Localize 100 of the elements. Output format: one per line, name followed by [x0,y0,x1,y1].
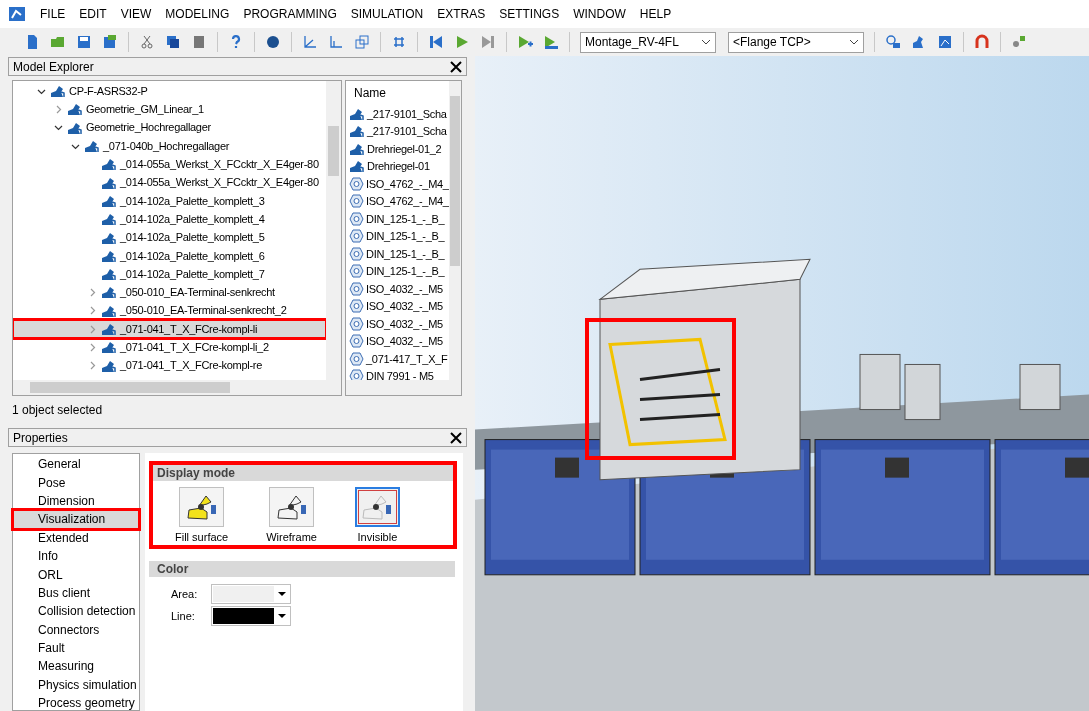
tree-item[interactable]: Geometrie_GM_Linear_1 [13,100,326,119]
tree-item[interactable]: _071-040b_Hochregallager [13,136,326,156]
tree-item[interactable]: _071-041_T_X_FCre-kompl-li [13,319,326,339]
axes-icon[interactable] [328,34,344,50]
play-plus-icon[interactable] [517,34,533,50]
tree-item[interactable]: _050-010_EA-Terminal-senkrecht_2 [13,301,326,320]
tcp-select[interactable]: <Flange TCP> [728,31,864,53]
category-item[interactable]: Connectors [13,620,139,639]
list-item[interactable]: _071-417_T_X_F [346,350,449,368]
hexagon-nut-icon [349,229,364,244]
tree-item[interactable]: _014-102a_Palette_komplett_6 [13,246,326,265]
list-item[interactable]: Drehriegel-01_2 [346,140,449,158]
menu-item[interactable]: MODELING [165,5,230,23]
tree-item[interactable]: _014-102a_Palette_komplett_5 [13,228,326,247]
tree-item[interactable]: _071-041_T_X_FCre-kompl-re [13,356,326,375]
list-item[interactable]: _217-9101_Scha [346,122,449,140]
save-all-icon[interactable] [102,34,118,50]
vertical-scrollbar[interactable] [326,81,341,380]
menu-item[interactable]: SETTINGS [499,5,560,23]
category-item[interactable]: Dimension [13,491,139,511]
list-item[interactable]: ISO_4762_-_M4_ [346,175,449,193]
list-item[interactable]: ISO_4032_-_M5 [346,280,449,298]
hexagon-nut-icon [349,351,364,366]
display-mode-button[interactable] [269,487,315,527]
category-item[interactable]: Bus client [13,583,139,603]
robot-select[interactable]: Montage_RV-4FL [580,31,716,53]
axes-icon[interactable] [302,34,318,50]
color-picker[interactable] [211,584,291,604]
menu-item[interactable]: WINDOW [573,5,626,23]
color-picker[interactable] [211,606,291,626]
close-icon[interactable] [450,431,462,444]
section-header: Color [149,561,455,577]
display-mode-label: Fill surface [175,529,229,545]
menu-item[interactable]: FILE [40,5,66,23]
robot-arm-icon [101,358,117,373]
menu-item[interactable]: VIEW [120,5,152,23]
tree-item[interactable]: _014-055a_Werkst_X_FCcktr_X_E4ger-80 [13,155,326,174]
list-item[interactable]: DIN_125-1_-_B_ [346,262,449,280]
scissors-icon[interactable] [139,34,155,50]
tree-item[interactable]: _014-102a_Palette_komplett_3 [13,191,326,211]
menu-item[interactable]: SIMULATION [350,5,424,23]
category-item[interactable]: Measuring [13,657,139,676]
menu-item[interactable]: EXTRAS [437,5,486,23]
list-item[interactable]: ISO_4762_-_M4_ [346,192,449,210]
list-item[interactable]: DIN_125-1_-_B_ [346,245,449,263]
sphere-icon[interactable] [265,34,281,50]
vertical-scrollbar[interactable] [449,81,461,380]
hexagon-nut-icon [349,334,364,349]
play-flag-icon[interactable] [543,34,559,50]
list-item[interactable]: ISO_4032_-_M5 [346,332,449,350]
play-icon[interactable] [454,34,470,50]
display-mode-label: Invisible [357,529,398,545]
category-item[interactable]: Collision detection [13,602,139,621]
category-item[interactable]: Info [13,546,139,566]
tree-item[interactable]: _014-102a_Palette_komplett_7 [13,264,326,284]
category-item[interactable]: Physics simulation [13,675,139,695]
chevron-down-icon[interactable] [53,123,63,133]
column-header[interactable]: Name [346,81,449,105]
category-item[interactable]: ORL [13,565,139,584]
robot-arm-icon [101,267,117,282]
tree-item-label: _071-040b_Hochregallager [103,138,230,154]
horizontal-scrollbar[interactable] [13,380,341,395]
close-icon[interactable] [450,60,462,73]
category-item[interactable]: Pose [13,473,139,492]
step-forward-icon[interactable] [480,34,496,50]
robot-arm-icon [349,124,365,139]
category-item[interactable]: Process geometry [13,694,139,711]
display-mode-button[interactable] [354,487,400,527]
tree-item[interactable]: _071-041_T_X_FCre-kompl-li_2 [13,338,326,357]
robot-arm-icon [67,102,83,117]
tree-item-label: Geometrie_GM_Linear_1 [86,102,204,118]
tree-item[interactable]: Geometrie_Hochregallager [13,118,326,137]
tree-item[interactable]: _050-010_EA-Terminal-senkrecht [13,283,326,302]
menu-item[interactable]: HELP [639,5,672,23]
skip-back-icon[interactable] [428,34,444,50]
tree-item[interactable]: _014-055a_Werkst_X_FCcktr_X_E4ger-80 [13,173,326,192]
list-item[interactable]: ISO_4032_-_M5 [346,315,449,333]
category-item[interactable]: General [13,455,139,474]
menu-item[interactable]: EDIT [79,5,107,23]
tree-item[interactable]: CP-F-ASRS32-P [13,82,326,101]
windows-icon[interactable] [354,34,370,50]
list-item[interactable]: DIN_125-1_-_B_ [346,227,449,245]
category-item[interactable]: Visualization [13,510,139,529]
list-item[interactable]: DIN_125-1_-_B_ [346,210,449,228]
magnet-icon[interactable] [974,34,990,50]
category-item[interactable]: Fault [13,638,139,658]
tree-item-label: _071-041_T_X_FCre-kompl-re [120,358,262,374]
folder-icon[interactable] [50,34,66,50]
tree-item[interactable]: _014-102a_Palette_komplett_4 [13,210,326,229]
panel-title: Model Explorer [13,58,94,76]
horizontal-scrollbar[interactable] [346,380,461,395]
save-icon[interactable] [76,34,92,50]
list-item[interactable]: Drehriegel-01 [346,157,449,175]
display-mode-button[interactable] [179,487,225,527]
list-item[interactable]: ISO_4032_-_M5 [346,297,449,315]
menu-item[interactable]: PROGRAMMING [243,5,337,23]
category-item[interactable]: Extended [13,528,139,547]
copy-icon[interactable] [165,34,181,50]
list-item[interactable]: _217-9101_Scha [346,105,449,123]
grid-icon[interactable] [391,34,407,50]
